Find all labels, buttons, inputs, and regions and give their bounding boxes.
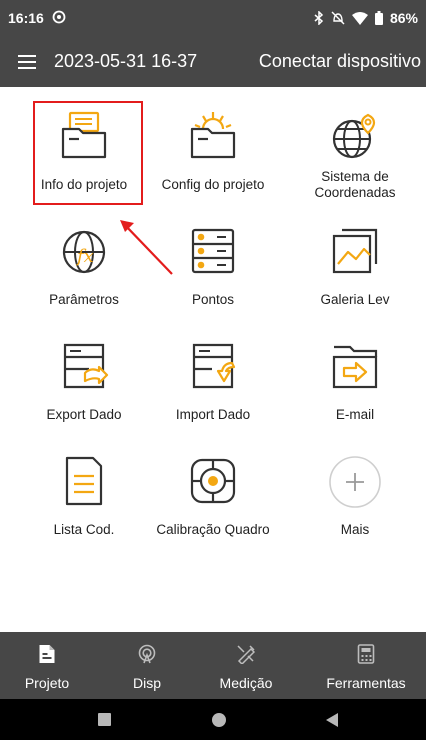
tile-label: Mais	[340, 522, 370, 537]
square-recent-icon	[97, 713, 111, 726]
status-time: 16:16	[8, 10, 44, 26]
nav-measure[interactable]: Medição	[196, 632, 296, 699]
notification-icon	[52, 10, 66, 27]
measure-tools-icon	[237, 645, 256, 664]
project-config-folder-icon	[190, 112, 236, 159]
circle-home-icon	[212, 712, 226, 727]
nav-label: Projeto	[24, 675, 70, 691]
back-button[interactable]	[302, 699, 362, 740]
calibration-target-icon	[190, 458, 236, 504]
plus-circle-icon	[329, 456, 381, 508]
email-folder-arrow-icon	[332, 345, 378, 389]
nav-label: Medição	[219, 675, 273, 691]
tile-label: Import Dado	[175, 407, 251, 422]
tile-export-data[interactable]: Export Dado	[13, 317, 155, 432]
svg-text:fx: fx	[75, 246, 94, 267]
points-list-icon	[191, 228, 235, 274]
tile-label: Config do projeto	[161, 177, 265, 192]
home-button[interactable]	[189, 699, 249, 740]
tile-project-config[interactable]: Config do projeto	[142, 87, 284, 202]
system-navigation-bar	[0, 699, 426, 740]
tile-label: Parâmetros	[49, 292, 119, 307]
nav-label: Ferramentas	[326, 675, 406, 691]
tile-label: Galeria Lev	[320, 292, 390, 307]
coordinate-globe-pin-icon	[332, 113, 376, 159]
tile-email[interactable]: E-mail	[284, 317, 426, 432]
wifi-icon	[351, 11, 368, 25]
tile-label: E-mail	[335, 407, 375, 422]
mute-icon	[331, 11, 345, 25]
tile-label: Lista Cod.	[53, 522, 115, 537]
nav-device[interactable]: Disp	[94, 632, 200, 699]
status-bar: 16:16 86%	[0, 0, 426, 36]
app-bar: 2023-05-31 16-37 Conectar dispositivo	[0, 36, 426, 87]
tile-label: Pontos	[191, 292, 235, 307]
battery-icon	[374, 11, 383, 25]
tile-label: Sistema de Coordenadas	[284, 169, 426, 201]
code-list-document-icon	[65, 456, 103, 506]
highlight-box	[33, 101, 143, 205]
tile-frame-calibration[interactable]: Calibração Quadro	[142, 432, 284, 547]
parameters-globe-fx-icon: fx	[62, 230, 106, 274]
connect-device-button[interactable]: Conectar dispositivo	[259, 51, 421, 72]
nav-project[interactable]: Projeto	[0, 632, 94, 699]
tile-label: Calibração Quadro	[156, 522, 270, 537]
tile-label-line1: Sistema de	[321, 169, 389, 184]
tile-gallery[interactable]: Galeria Lev	[284, 202, 426, 317]
annotation-arrow	[120, 220, 173, 275]
recent-apps-button[interactable]	[74, 699, 134, 740]
tile-label-line2: Coordenadas	[314, 185, 396, 200]
bottom-nav: Projeto Disp Medição Ferramentas	[0, 632, 426, 699]
tile-label: Export Dado	[46, 407, 122, 422]
import-data-icon	[192, 343, 236, 389]
hamburger-menu-icon	[18, 54, 36, 69]
tile-code-list[interactable]: Lista Cod.	[13, 432, 155, 547]
tile-coordinate-system[interactable]: Sistema de Coordenadas	[284, 87, 426, 202]
battery-percentage: 86%	[389, 10, 418, 26]
triangle-back-icon	[326, 712, 338, 727]
export-data-icon	[63, 343, 109, 389]
menu-button[interactable]	[6, 36, 48, 87]
project-document-icon	[39, 645, 55, 663]
nav-tools[interactable]: Ferramentas	[306, 632, 426, 699]
nav-label: Disp	[132, 675, 161, 691]
tile-more[interactable]: Mais	[284, 432, 426, 547]
device-antenna-icon	[138, 644, 156, 664]
tile-import-data[interactable]: Import Dado	[142, 317, 284, 432]
project-title: 2023-05-31 16-37	[54, 51, 198, 71]
calculator-icon	[357, 644, 375, 664]
gallery-image-icon	[332, 228, 378, 274]
bluetooth-icon	[314, 11, 324, 25]
